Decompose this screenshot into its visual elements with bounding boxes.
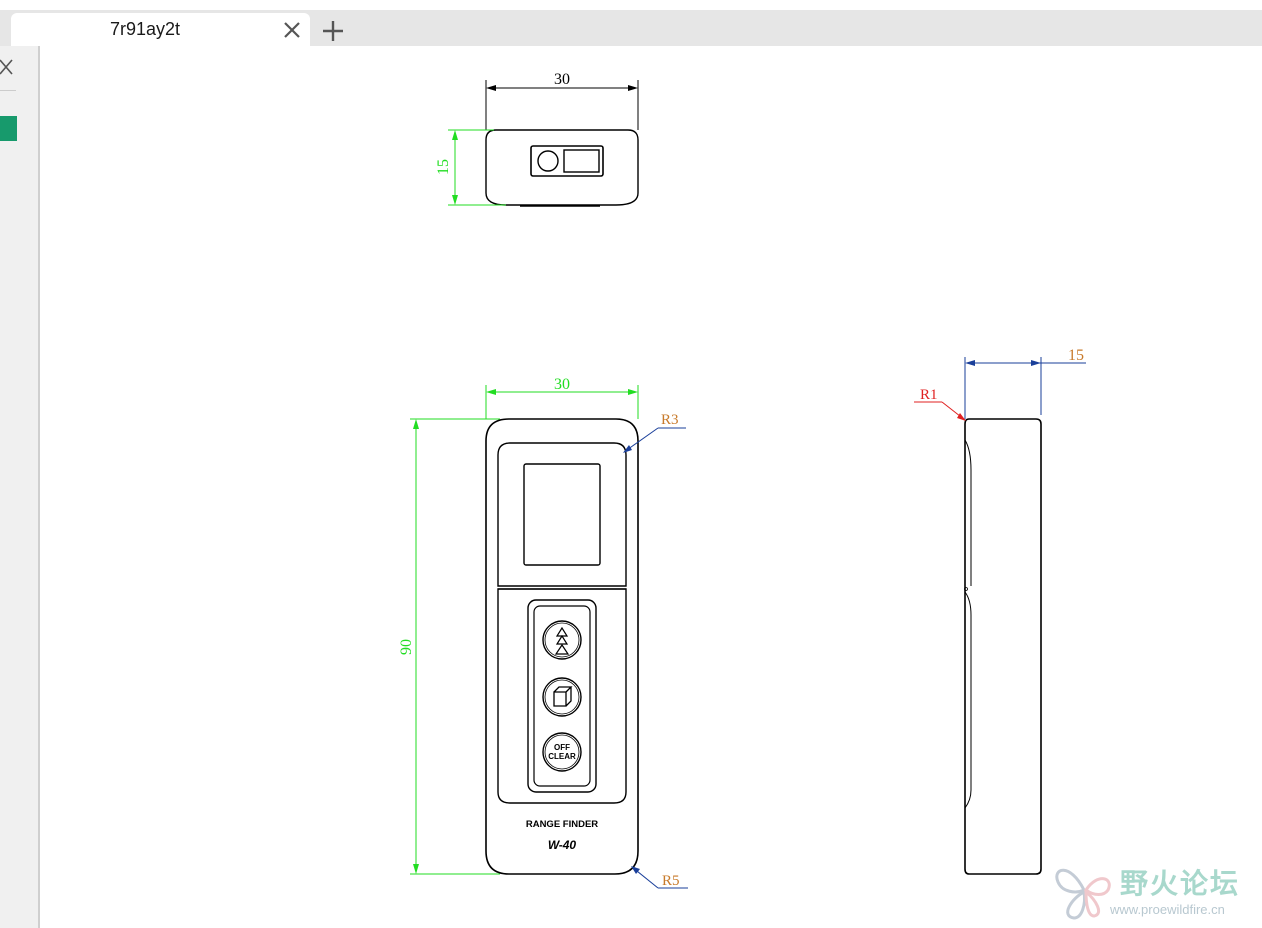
front-view: OFF CLEAR RANGE FINDER W-40 30 90 R3 R5	[398, 376, 688, 889]
close-icon[interactable]	[281, 19, 303, 41]
document-tab[interactable]: 7r91ay2t	[11, 13, 310, 46]
panel-green-tab[interactable]	[0, 116, 17, 141]
measure-button[interactable]	[542, 620, 582, 660]
off-clear-button[interactable]: OFF CLEAR	[542, 732, 582, 772]
watermark-title: 野火论坛	[1120, 867, 1241, 900]
cube-icon	[553, 686, 573, 707]
window-top-strip	[0, 0, 1262, 10]
volume-button[interactable]	[542, 677, 582, 717]
close-icon[interactable]	[0, 56, 14, 78]
brand-label: RANGE FINDER	[526, 819, 598, 830]
left-side-panel	[0, 46, 40, 928]
technical-drawing: 30 15 OFF CLEAR RANGE FINDER W-40 30 90 …	[398, 71, 1086, 889]
tab-title: 7r91ay2t	[109, 19, 181, 39]
top-height-dim: 15	[435, 159, 452, 175]
side-depth-dim: 15	[1068, 347, 1084, 364]
radius-r1: R1	[920, 387, 938, 403]
clear-label: CLEAR	[548, 752, 576, 761]
radius-r5: R5	[662, 873, 680, 889]
top-view: 30 15	[435, 71, 639, 207]
plus-icon[interactable]	[320, 18, 346, 44]
panel-divider	[0, 90, 16, 91]
front-height-dim: 90	[398, 639, 415, 655]
watermark: 野火论坛 www.proewildfire.cn	[1050, 860, 1262, 924]
front-width-dim: 30	[554, 376, 570, 393]
side-view: 15 R1	[914, 347, 1086, 875]
watermark-url: www.proewildfire.cn	[1110, 902, 1225, 917]
top-width-dim: 30	[554, 71, 570, 88]
radius-r3: R3	[661, 412, 679, 428]
model-label: W-40	[548, 838, 577, 852]
off-label: OFF	[554, 743, 570, 752]
